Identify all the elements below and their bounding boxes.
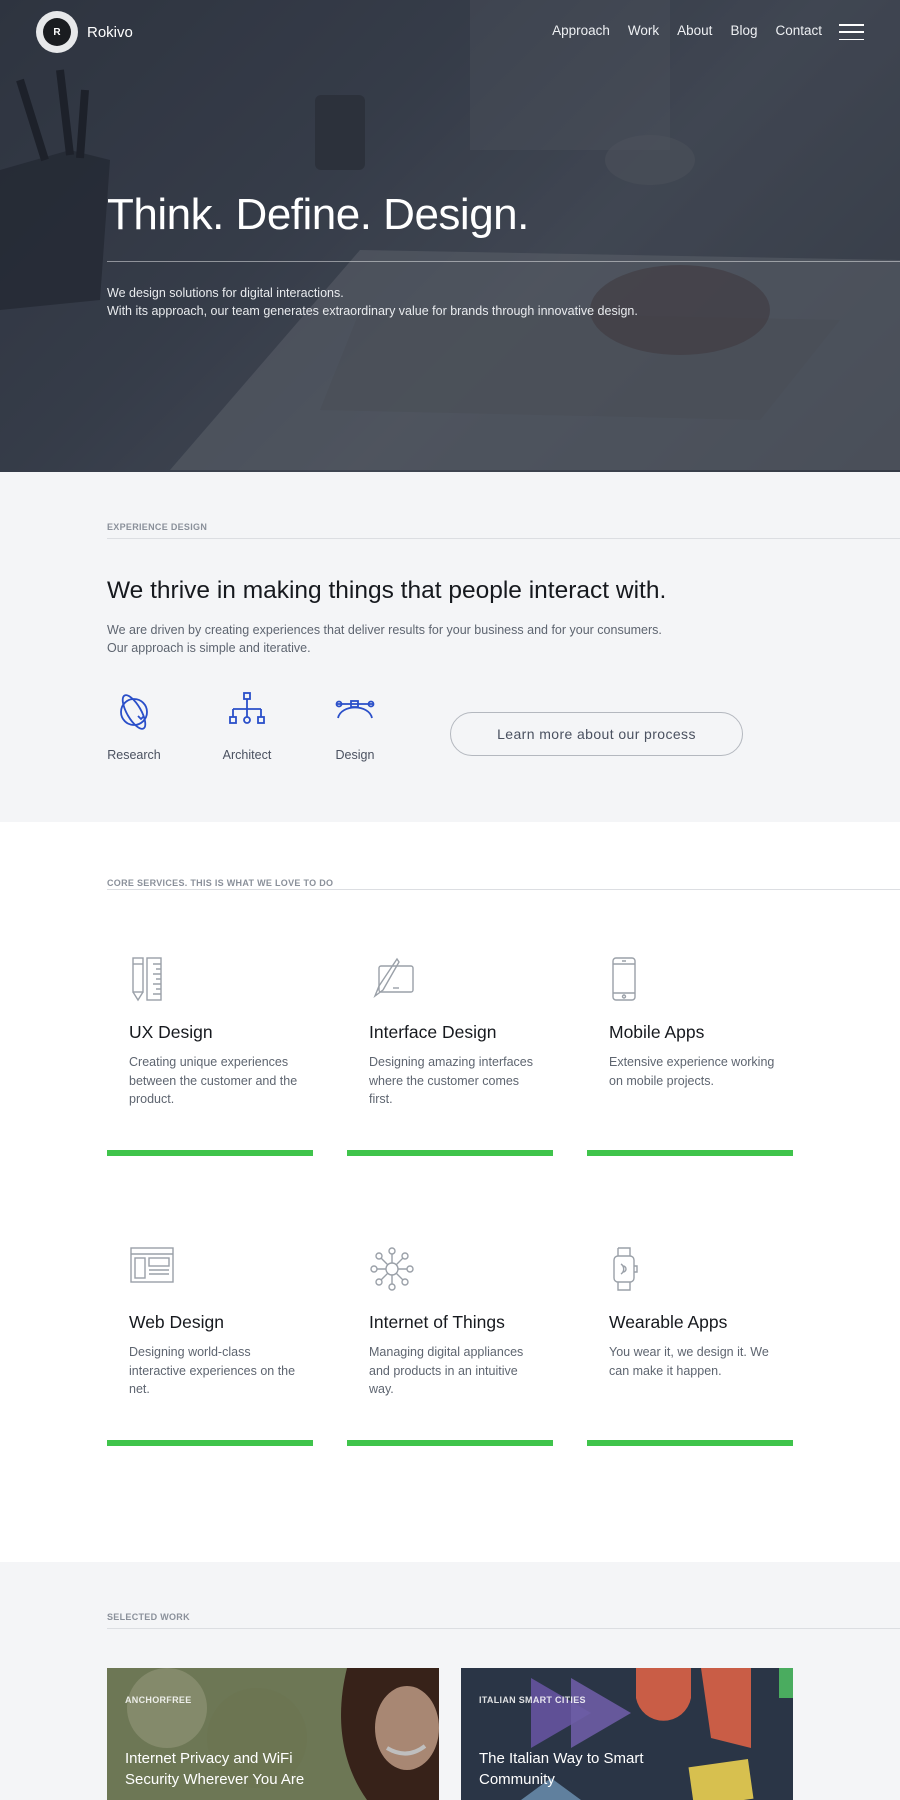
section-divider bbox=[107, 889, 900, 890]
service-accent-bar bbox=[587, 1440, 793, 1446]
work-card-client: ITALIAN SMART CITIES bbox=[479, 1695, 586, 1705]
experience-description: We are driven by creating experiences th… bbox=[107, 621, 662, 657]
service-description: Creating unique experiences between the … bbox=[129, 1055, 298, 1106]
work-card-client: ANCHORFREE bbox=[125, 1695, 192, 1705]
hero-section: R Rokivo Approach Work About Blog Contac… bbox=[0, 0, 900, 472]
step-design: Design bbox=[310, 690, 400, 762]
service-card-web-design[interactable]: Web Design Designing world-class interac… bbox=[107, 1206, 313, 1446]
service-accent-bar bbox=[587, 1150, 793, 1156]
core-services-section: CORE SERVICES. THIS IS WHAT WE LOVE TO D… bbox=[0, 822, 900, 1562]
nav-link-approach[interactable]: Approach bbox=[552, 23, 610, 38]
logo-mark-icon: R bbox=[36, 11, 78, 53]
section-label-services: CORE SERVICES. THIS IS WHAT WE LOVE TO D… bbox=[107, 878, 334, 888]
experience-description-line-1: We are driven by creating experiences th… bbox=[107, 623, 662, 637]
section-divider bbox=[107, 538, 900, 539]
service-card-mobile-apps[interactable]: Mobile Apps Extensive experience working… bbox=[587, 916, 793, 1156]
smartwatch-icon bbox=[613, 1247, 638, 1291]
experience-description-line-2: Our approach is simple and iterative. bbox=[107, 641, 311, 655]
hero-description-line-2: With its approach, our team generates ex… bbox=[107, 304, 638, 318]
top-navigation: R Rokivo Approach Work About Blog Contac… bbox=[0, 0, 900, 64]
service-description: Designing world-class interactive experi… bbox=[129, 1345, 296, 1396]
work-card-italian-smart-cities[interactable]: ITALIAN SMART CITIES The Italian Way to … bbox=[461, 1668, 793, 1800]
nav-link-work[interactable]: Work bbox=[628, 23, 659, 38]
service-title: Internet of Things bbox=[369, 1312, 505, 1332]
architect-icon bbox=[229, 692, 265, 724]
nav-links: Approach Work About Blog Contact bbox=[552, 23, 822, 38]
work-card-anchorfree[interactable]: ANCHORFREE Internet Privacy and WiFi Sec… bbox=[107, 1668, 439, 1800]
smartphone-icon bbox=[612, 957, 636, 1001]
hero-description: We design solutions for digital interact… bbox=[107, 284, 638, 320]
section-label-work: SELECTED WORK bbox=[107, 1612, 190, 1622]
service-description: Extensive experience working on mobile p… bbox=[609, 1055, 775, 1088]
learn-more-process-button[interactable]: Learn more about our process bbox=[450, 712, 743, 756]
hamburger-menu-icon[interactable] bbox=[839, 24, 864, 40]
step-label: Architect bbox=[222, 748, 272, 762]
nav-link-blog[interactable]: Blog bbox=[730, 23, 757, 38]
selected-work-section: SELECTED WORK ANCHORFREE Internet Privac… bbox=[0, 1562, 900, 1800]
experience-title: We thrive in making things that people i… bbox=[107, 577, 667, 604]
brand-name: Rokivo bbox=[87, 23, 133, 41]
experience-section: EXPERIENCE DESIGN We thrive in making th… bbox=[0, 472, 900, 822]
nav-link-about[interactable]: About bbox=[677, 23, 712, 38]
pencil-ruler-icon bbox=[132, 957, 162, 1002]
step-label: Research bbox=[107, 748, 161, 762]
section-divider bbox=[107, 1628, 900, 1629]
service-accent-bar bbox=[347, 1150, 553, 1156]
service-card-wearable-apps[interactable]: Wearable Apps You wear it, we design it.… bbox=[587, 1206, 793, 1446]
service-accent-bar bbox=[107, 1150, 313, 1156]
hero-title: Think. Define. Design. bbox=[107, 190, 529, 239]
iot-network-icon bbox=[370, 1247, 414, 1291]
service-description: Designing amazing interfaces where the c… bbox=[369, 1055, 533, 1106]
step-architect: Architect bbox=[202, 690, 292, 762]
browser-window-icon bbox=[130, 1247, 174, 1283]
service-title: Wearable Apps bbox=[609, 1312, 728, 1332]
service-title: Interface Design bbox=[369, 1022, 497, 1042]
service-description: Managing digital appliances and products… bbox=[369, 1345, 524, 1396]
nav-link-contact[interactable]: Contact bbox=[775, 23, 822, 38]
logo-letter: R bbox=[43, 18, 71, 46]
service-card-internet-of-things[interactable]: Internet of Things Managing digital appl… bbox=[347, 1206, 553, 1446]
service-accent-bar bbox=[107, 1440, 313, 1446]
brand-logo[interactable]: R Rokivo bbox=[36, 11, 133, 53]
hero-divider bbox=[107, 261, 900, 262]
work-card-title: Internet Privacy and WiFi Security Where… bbox=[125, 1750, 305, 1788]
service-card-interface-design[interactable]: Interface Design Designing amazing inter… bbox=[347, 916, 553, 1156]
step-label: Design bbox=[335, 748, 375, 762]
service-card-ux-design[interactable]: UX Design Creating unique experiences be… bbox=[107, 916, 313, 1156]
step-research: Research bbox=[89, 690, 179, 762]
service-title: Mobile Apps bbox=[609, 1022, 705, 1042]
service-accent-bar bbox=[347, 1440, 553, 1446]
work-card-title: The Italian Way to Smart Community bbox=[479, 1750, 644, 1788]
design-icon bbox=[335, 700, 375, 719]
section-label-experience: EXPERIENCE DESIGN bbox=[107, 522, 208, 532]
service-description: You wear it, we design it. We can make i… bbox=[609, 1345, 769, 1378]
service-title: UX Design bbox=[129, 1022, 213, 1042]
research-icon bbox=[120, 694, 148, 730]
hero-description-line-1: We design solutions for digital interact… bbox=[107, 286, 344, 300]
tablet-brush-icon bbox=[373, 957, 414, 999]
service-title: Web Design bbox=[129, 1312, 225, 1332]
